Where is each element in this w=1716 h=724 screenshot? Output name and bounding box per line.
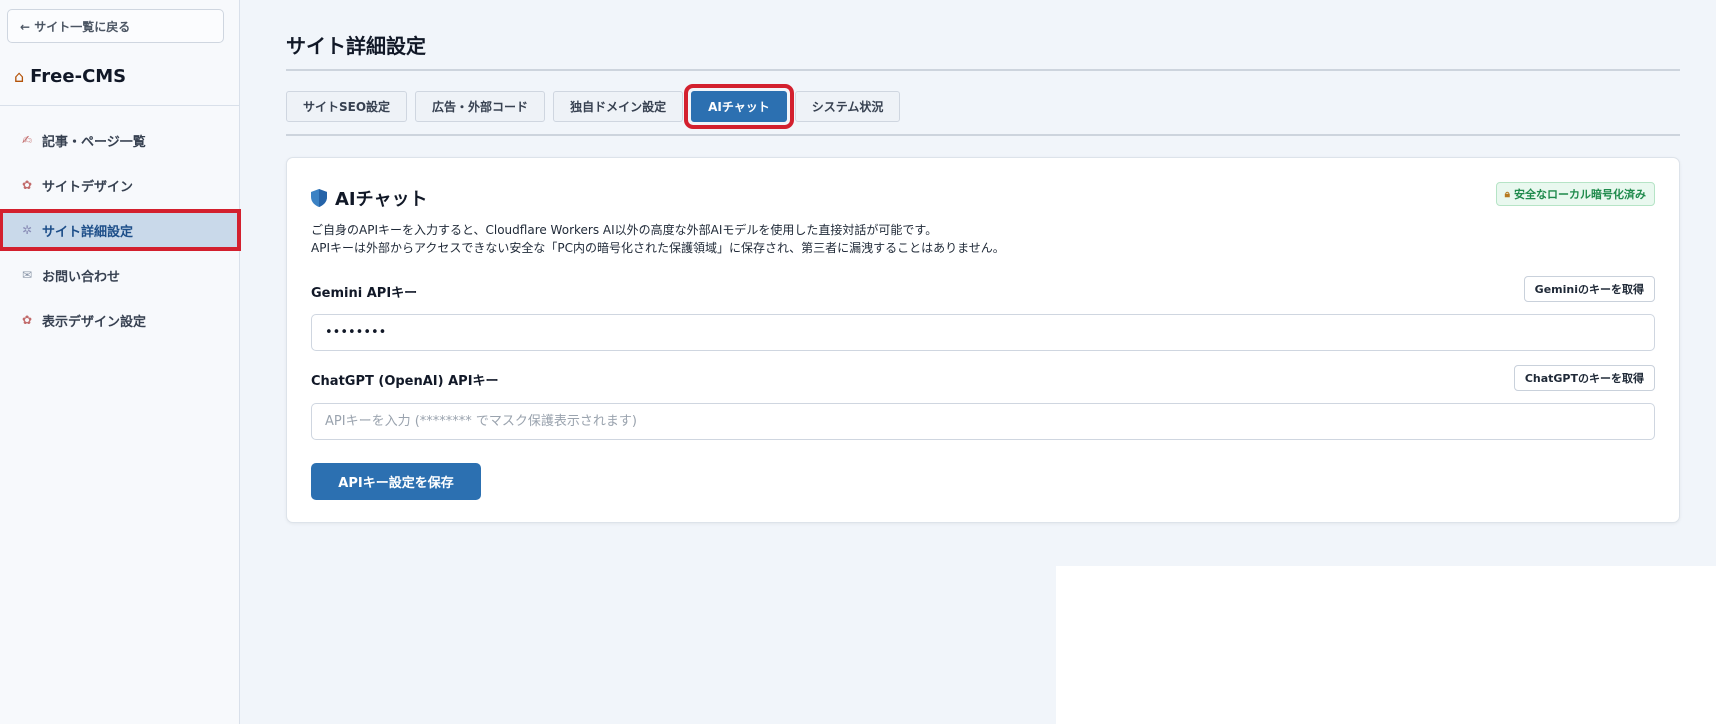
sidebar-item-label: お問い合わせ: [42, 269, 121, 285]
page-title: サイト詳細設定: [286, 34, 426, 58]
tab-ads[interactable]: 広告・外部コード: [415, 91, 546, 122]
sidebar-item-contact[interactable]: ✉ お問い合わせ: [0, 255, 240, 295]
card-header: AIチャット: [311, 185, 427, 211]
mail-icon: ✉: [21, 268, 33, 282]
gemini-key-input[interactable]: [311, 314, 1655, 351]
card-description: ご自身のAPIキーを入力すると、Cloudflare Workers AI以外の…: [311, 221, 1005, 257]
sidebar: ← サイト一覧に戻る ⌂ Free-CMS ✍ 記事・ページ一覧 ✿ サイトデザ…: [0, 0, 241, 724]
divider: [286, 69, 1680, 71]
back-to-sites-button[interactable]: ← サイト一覧に戻る: [7, 9, 224, 43]
card-title: AIチャット: [335, 189, 428, 210]
divider: [0, 105, 240, 106]
get-gemini-key-button[interactable]: Geminiのキーを取得: [1523, 276, 1655, 302]
badge-label: 安全なローカル暗号化済み: [1514, 188, 1646, 201]
chatgpt-key-label: ChatGPT (OpenAI) APIキー: [311, 374, 499, 389]
gemini-key-label: Gemini APIキー: [311, 286, 418, 301]
save-api-keys-button[interactable]: APIキー設定を保存: [311, 463, 481, 500]
sidebar-item-label: 表示デザイン設定: [42, 314, 147, 330]
sidebar-item-articles[interactable]: ✍ 記事・ページ一覧: [0, 120, 240, 160]
sidebar-item-label: 記事・ページ一覧: [42, 134, 146, 150]
status-badge: 🔒︎ 安全なローカル暗号化済み: [1495, 182, 1655, 206]
sidebar-item-display-design[interactable]: ✿ 表示デザイン設定: [0, 300, 240, 340]
sidebar-item-label: サイト詳細設定: [42, 224, 134, 240]
chatgpt-key-input[interactable]: [311, 403, 1655, 440]
writing-hand-icon: ✍: [21, 133, 33, 147]
description-line: APIキーは外部からアクセスできない安全な「PC内の暗号化された保護領域」に保存…: [311, 241, 1005, 255]
shield-icon: [311, 189, 327, 207]
sidebar-item-site-design[interactable]: ✿ サイトデザイン: [0, 165, 240, 205]
tab-ai-chat[interactable]: AIチャット: [691, 91, 787, 122]
ai-chat-card: AIチャット 🔒︎ 安全なローカル暗号化済み ご自身のAPIキーを入力すると、C…: [286, 157, 1680, 523]
palette-icon: ✿: [21, 178, 33, 192]
brand-name: Free-CMS: [30, 66, 127, 87]
palette-icon: ✿: [21, 313, 33, 327]
blank-panel: [1056, 566, 1716, 724]
tab-domain[interactable]: 独自ドメイン設定: [553, 91, 684, 122]
sidebar-item-site-settings[interactable]: ✲ サイト詳細設定: [0, 209, 241, 251]
get-chatgpt-key-button[interactable]: ChatGPTのキーを取得: [1513, 365, 1655, 391]
settings-tabs: サイトSEO設定 広告・外部コード 独自ドメイン設定 AIチャット システム状況: [286, 84, 901, 129]
house-icon: ⌂: [14, 67, 25, 86]
lock-icon: 🔒︎: [1504, 188, 1510, 200]
sidebar-nav: ✍ 記事・ページ一覧 ✿ サイトデザイン ✲ サイト詳細設定 ✉ お問い合わせ …: [0, 120, 241, 345]
tab-highlight: AIチャット: [684, 84, 794, 129]
sidebar-item-label: サイトデザイン: [42, 179, 134, 195]
tab-seo[interactable]: サイトSEO設定: [286, 91, 408, 122]
tab-system-status[interactable]: システム状況: [794, 91, 901, 122]
gear-icon: ✲: [21, 223, 33, 237]
divider: [286, 134, 1680, 136]
brand: ⌂ Free-CMS: [14, 66, 126, 87]
description-line: ご自身のAPIキーを入力すると、Cloudflare Workers AI以外の…: [311, 223, 938, 237]
